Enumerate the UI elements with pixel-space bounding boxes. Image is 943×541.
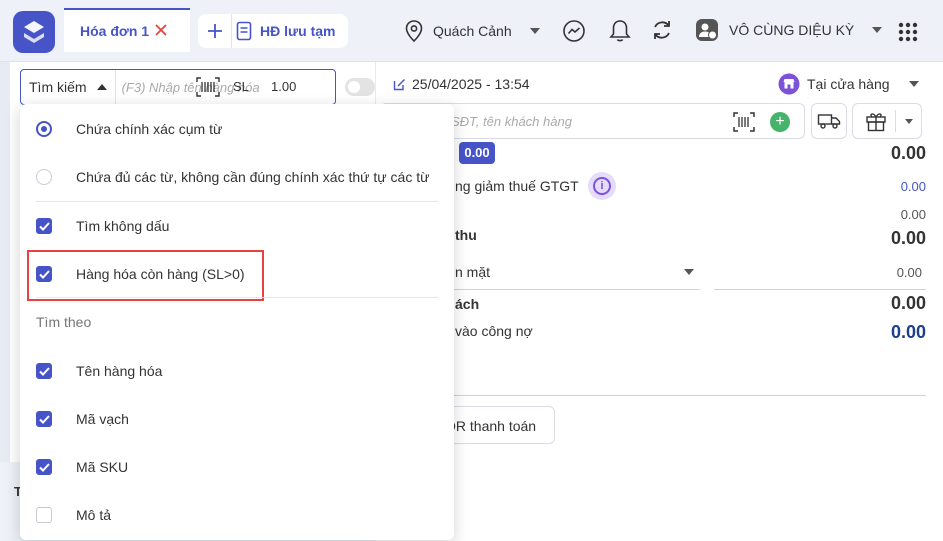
search-options-dropdown: Chứa chính xác cụm từ Chứa đủ các từ, kh… — [20, 104, 454, 540]
store-icon — [778, 73, 800, 95]
field-barcode[interactable]: Mã vạch — [20, 407, 454, 431]
total-amount: 0.00 — [890, 143, 926, 163]
checkbox-sku[interactable] — [36, 459, 52, 475]
tab-tools: HĐ lưu tạm — [198, 14, 348, 48]
option-no-accent[interactable]: Tìm không dấu — [20, 214, 454, 238]
change-value: 0.00 — [890, 293, 926, 313]
payment-method-label[interactable]: n mặt — [455, 264, 490, 280]
sales-channel-selector[interactable]: Tại cửa hàng — [778, 73, 919, 95]
amount-due-label: thu — [455, 227, 477, 243]
invoice-datetime[interactable]: 25/04/2025 - 13:54 — [393, 76, 530, 92]
debt-value: 0.00 — [890, 322, 926, 342]
gift-button[interactable] — [852, 103, 922, 139]
tab-invoice-1[interactable]: Hóa đơn 1 — [64, 8, 190, 52]
chevron-down-icon — [872, 27, 883, 33]
option-all-words-label: Chứa đủ các từ, không cần đúng chính xác… — [76, 169, 430, 185]
delivery-button[interactable] — [811, 103, 847, 139]
field-sku-label: Mã SKU — [76, 459, 129, 475]
gift-icon — [866, 113, 886, 132]
divider — [440, 395, 926, 396]
receipt-icon — [236, 21, 252, 41]
chevron-down-icon — [529, 28, 540, 34]
delivery-truck-icon — [817, 114, 841, 129]
divider — [36, 297, 438, 298]
vat-reduction-label: ng giảm thuế GTGT — [455, 178, 579, 194]
field-description-label: Mô tả — [76, 507, 112, 523]
payment-amount-underline — [714, 289, 926, 290]
location-name: Quách Cảnh — [433, 23, 512, 39]
bell-icon[interactable] — [609, 19, 631, 43]
checkbox-description[interactable] — [36, 507, 52, 523]
field-product-name[interactable]: Tên hàng hóa — [20, 359, 454, 383]
radio-all-words[interactable] — [36, 169, 52, 185]
app-logo[interactable] — [13, 11, 55, 53]
customer-search-placeholder: SĐT, tên khách hàng — [451, 114, 572, 129]
search-mode-label: Tìm kiếm — [29, 79, 87, 95]
edit-icon — [393, 78, 405, 90]
chevron-down-icon — [908, 81, 919, 87]
field-barcode-label: Mã vạch — [76, 411, 129, 427]
check-icon — [38, 462, 50, 472]
option-all-words[interactable]: Chứa đủ các từ, không cần đúng chính xác… — [20, 165, 454, 189]
left-bottom-strip: T — [0, 462, 22, 541]
saved-invoices-label: HĐ lưu tạm — [260, 23, 336, 39]
highlight-box — [27, 250, 264, 301]
chevron-down-icon — [905, 119, 913, 124]
close-tab-icon[interactable] — [154, 23, 168, 37]
add-tab-button[interactable] — [198, 14, 232, 48]
checkbox-no-accent[interactable] — [36, 218, 52, 234]
search-toggle[interactable] — [345, 78, 375, 96]
field-sku[interactable]: Mã SKU — [20, 455, 454, 479]
quantity-input[interactable]: 1.00 — [271, 79, 296, 94]
amount-due-value: 0.00 — [890, 228, 926, 248]
field-product-name-label: Tên hàng hóa — [76, 363, 163, 379]
info-icon: i — [593, 177, 611, 195]
top-bar: Hóa đơn 1 HĐ lưu tạm Quách Cảnh VÔ CÙNG … — [0, 0, 943, 62]
company-icon — [696, 19, 718, 41]
search-placeholder: (F3) Nhập tên hàng hóa — [121, 79, 260, 95]
plus-icon — [207, 24, 222, 38]
location-pin-icon — [405, 20, 423, 42]
chevron-down-icon[interactable] — [684, 269, 694, 275]
location-selector[interactable]: Quách Cảnh — [405, 20, 540, 42]
option-exact-phrase-label: Chứa chính xác cụm từ — [76, 121, 223, 137]
debt-label: vào công nợ — [455, 323, 533, 339]
checkbox-barcode[interactable] — [36, 411, 52, 427]
check-icon — [38, 366, 50, 376]
invoice-datetime-text: 25/04/2025 - 13:54 — [412, 76, 530, 92]
change-label: ách — [455, 296, 480, 312]
saved-invoices-button[interactable]: HĐ lưu tạm — [232, 21, 335, 41]
item-count-badge: 0.00 — [459, 142, 495, 164]
scan-icon[interactable] — [733, 112, 755, 132]
option-exact-phrase[interactable]: Chứa chính xác cụm từ — [20, 117, 454, 141]
sync-icon[interactable] — [651, 19, 673, 41]
field-description[interactable]: Mô tả — [20, 503, 454, 527]
logo-icon — [24, 21, 44, 43]
checkbox-product-name[interactable] — [36, 363, 52, 379]
add-customer-button[interactable]: + — [770, 112, 790, 132]
sales-channel-label: Tại cửa hàng — [807, 76, 890, 92]
apps-grid-icon[interactable] — [898, 22, 918, 42]
payment-method-underline — [454, 289, 700, 290]
vat-reduction-value: 0.00 — [900, 179, 926, 194]
check-icon — [38, 221, 50, 231]
payment-amount[interactable]: 0.00 — [802, 265, 922, 280]
option-no-accent-label: Tìm không dấu — [76, 218, 170, 234]
search-by-title: Tìm theo — [36, 314, 92, 330]
quantity-label: SL — [233, 79, 249, 94]
product-search[interactable]: Tìm kiếm (F3) Nhập tên hàng hóa SL 1.00 — [20, 69, 336, 105]
company-selector[interactable]: VÔ CÙNG DIỆU KỲ — [695, 18, 883, 42]
check-icon — [38, 414, 50, 424]
radio-exact-phrase[interactable] — [36, 121, 52, 137]
company-name: VÔ CÙNG DIỆU KỲ — [729, 22, 855, 38]
chevron-up-icon — [96, 84, 107, 90]
vat-info-button[interactable]: i — [588, 172, 616, 200]
tab-invoice-1-label: Hóa đơn 1 — [80, 23, 150, 39]
extra-value: 0.00 — [900, 207, 926, 222]
barcode-icon[interactable] — [196, 77, 220, 97]
divider — [36, 201, 438, 202]
search-mode-selector[interactable]: Tìm kiếm — [21, 70, 116, 104]
messenger-icon[interactable] — [562, 19, 586, 43]
